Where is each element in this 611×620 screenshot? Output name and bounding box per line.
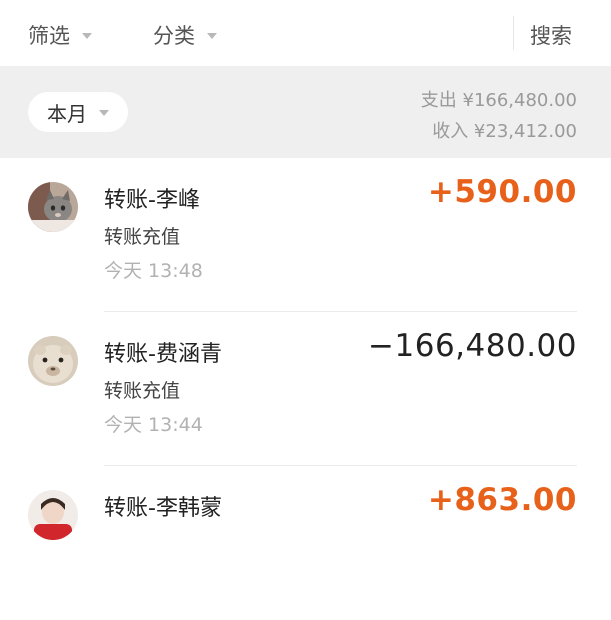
transaction-title: 转账-费涵青	[104, 342, 222, 367]
transaction-title: 转账-李峰	[104, 188, 200, 213]
person-photo-avatar	[28, 490, 78, 540]
month-summary: 本月 支出 ¥166,480.00 收入 ¥23,412.00	[0, 66, 611, 158]
transaction-title: 转账-李韩蒙	[104, 496, 222, 521]
transaction-amount: +590.00	[427, 174, 577, 210]
transaction-row[interactable]: 转账-李韩蒙 +863.00	[0, 466, 611, 620]
transaction-time: 今天 13:44	[104, 414, 203, 436]
transaction-amount: −166,480.00	[368, 328, 577, 364]
search-button[interactable]: 搜索	[530, 20, 572, 50]
caret-down-icon	[82, 33, 92, 39]
transaction-time: 今天 13:48	[104, 260, 203, 282]
month-label: 本月	[47, 101, 87, 126]
transaction-row[interactable]: 转账-李峰 转账充值 今天 13:48 +590.00	[0, 158, 611, 312]
caret-down-icon	[207, 33, 217, 39]
expense-total: 支出 ¥166,480.00	[420, 90, 577, 111]
category-label: 分类	[153, 24, 195, 48]
income-total: 收入 ¥23,412.00	[432, 121, 577, 142]
alpaca-photo-avatar	[28, 336, 78, 386]
month-selector[interactable]: 本月	[28, 92, 128, 132]
cat-photo-avatar	[28, 182, 78, 232]
category-dropdown[interactable]: 分类	[153, 20, 217, 50]
filter-dropdown[interactable]: 筛选	[28, 20, 92, 50]
transaction-subtitle: 转账充值	[104, 380, 181, 402]
transaction-row[interactable]: 转账-费涵青 转账充值 今天 13:44 −166,480.00	[0, 312, 611, 466]
transaction-amount: +863.00	[427, 482, 577, 518]
search-label: 搜索	[530, 24, 572, 48]
transaction-subtitle: 转账充值	[104, 226, 181, 248]
toolbar-divider	[513, 16, 514, 50]
top-filter-bar: 筛选 分类 搜索	[0, 0, 611, 66]
caret-down-icon	[99, 110, 109, 116]
filter-label: 筛选	[28, 24, 70, 48]
